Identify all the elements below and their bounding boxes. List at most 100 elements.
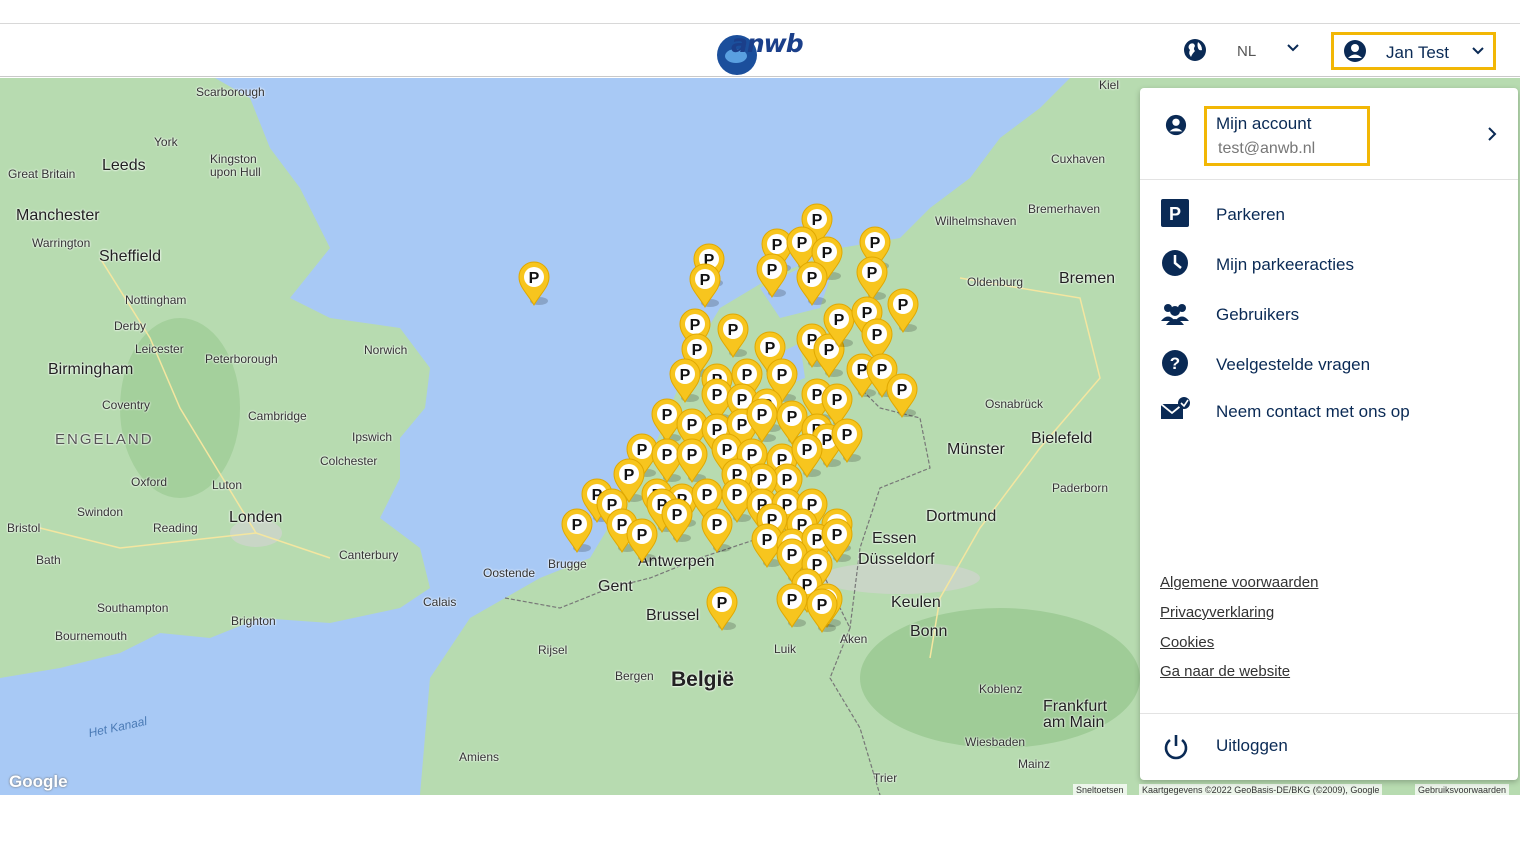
svg-text:P: P	[834, 312, 845, 329]
account-dropdown-panel: Mijn account test@anwb.nl P Parkeren Mij…	[1140, 88, 1518, 780]
terms-of-use-link[interactable]: Gebruiksvoorwaarden	[1415, 784, 1510, 795]
chevron-down-icon	[1472, 47, 1484, 55]
map-place-label: Luton	[212, 478, 243, 492]
map-place-label: Calais	[423, 595, 457, 609]
map-place-label: Dortmund	[926, 508, 997, 525]
parking-pin[interactable]: P	[885, 373, 919, 419]
parking-pin[interactable]: P	[755, 253, 789, 299]
map-place-label: Southampton	[97, 601, 169, 615]
privacy-link[interactable]: Privacyverklaring	[1160, 604, 1274, 621]
svg-text:P: P	[797, 235, 808, 252]
anwb-logo[interactable]: anwb	[715, 27, 815, 75]
my-account-item[interactable]: Mijn account test@anwb.nl	[1140, 88, 1518, 180]
map-place-label: Leeds	[102, 157, 146, 174]
parking-pin[interactable]: P	[560, 508, 594, 554]
map-place-label: Paderborn	[1052, 481, 1109, 495]
menu-item-contact[interactable]: Neem contact met ons op	[1140, 388, 1518, 432]
power-icon	[1164, 735, 1188, 760]
parking-pin[interactable]: P	[805, 588, 839, 634]
map-place-label: Düsseldorf	[858, 551, 935, 568]
svg-text:?: ?	[1170, 354, 1180, 373]
map-place-label: Brugge	[548, 557, 587, 571]
map-place-label: Nottingham	[125, 293, 187, 307]
clock-icon	[1162, 250, 1188, 276]
map-place-label: Trier	[873, 771, 898, 785]
website-link[interactable]: Ga naar de website	[1160, 663, 1290, 680]
map-place-label: Aken	[840, 632, 868, 646]
map-place-label: Brighton	[231, 614, 276, 628]
menu-label: Parkeren	[1216, 205, 1285, 224]
map-place-label: Essen	[872, 530, 917, 547]
svg-text:P: P	[687, 447, 698, 464]
svg-text:P: P	[672, 507, 683, 524]
svg-text:P: P	[822, 245, 833, 262]
map-place-label: Keulen	[891, 594, 941, 611]
cookies-link[interactable]: Cookies	[1160, 634, 1214, 651]
map-place-label: Norwich	[364, 343, 408, 357]
svg-text:P: P	[872, 327, 883, 344]
map-place-label: Bremen	[1059, 270, 1116, 287]
parking-pin[interactable]: P	[660, 498, 694, 544]
map-place-label: Bournemouth	[55, 629, 128, 643]
map-place-label: Coventry	[102, 398, 151, 412]
svg-text:P: P	[802, 442, 813, 459]
account-title: Mijn account	[1216, 114, 1312, 133]
map-place-label: Bristol	[7, 521, 41, 535]
map-data-attribution: Kaartgegevens ©2022 GeoBasis-DE/BKG (©20…	[1139, 784, 1383, 795]
divider	[1140, 713, 1518, 714]
mail-icon	[1160, 397, 1190, 419]
svg-text:P: P	[870, 235, 881, 252]
menu-item-parkeren[interactable]: P Parkeren	[1140, 191, 1518, 235]
svg-text:P: P	[722, 442, 733, 459]
map-place-label: Bergen	[615, 669, 654, 683]
parking-pin[interactable]: P	[517, 261, 551, 307]
svg-text:P: P	[717, 595, 728, 612]
parking-pin[interactable]: P	[795, 261, 829, 307]
globe-icon[interactable]	[1183, 38, 1207, 62]
menu-label: Mijn parkeeracties	[1216, 255, 1354, 274]
app-header: anwb NL Jan Test	[0, 25, 1520, 77]
map-place-label: York	[154, 135, 178, 149]
map-place-label: Oldenburg	[967, 275, 1024, 289]
menu-item-parkeeracties[interactable]: Mijn parkeeracties	[1140, 241, 1518, 285]
language-code[interactable]: NL	[1237, 43, 1256, 60]
map-place-label: Amiens	[459, 750, 500, 764]
svg-text:P: P	[662, 407, 673, 424]
user-icon	[1165, 114, 1187, 136]
svg-text:P: P	[757, 407, 768, 424]
map-place-label: Koblenz	[979, 682, 1023, 696]
parking-pin[interactable]: P	[716, 313, 750, 359]
menu-item-gebruikers[interactable]: Gebruikers	[1140, 291, 1518, 335]
parking-pin[interactable]: P	[830, 418, 864, 464]
logout-label: Uitloggen	[1216, 736, 1288, 755]
svg-text:P: P	[692, 342, 703, 359]
users-icon	[1161, 304, 1189, 325]
map-place-label: Sheffield	[99, 248, 161, 265]
terms-link[interactable]: Algemene voorwaarden	[1160, 574, 1318, 591]
parking-icon: P	[1161, 199, 1189, 227]
map-place-label: Reading	[153, 521, 198, 535]
map-place-label: Rijsel	[538, 643, 568, 657]
question-icon: ?	[1162, 350, 1188, 376]
parking-pin[interactable]: P	[688, 263, 722, 309]
map-place-label: Great Britain	[8, 167, 76, 181]
map-place-label: Münster	[947, 441, 1005, 458]
svg-text:P: P	[787, 547, 798, 564]
map-place-label: Cambridge	[248, 409, 307, 423]
logout-button[interactable]: Uitloggen	[1140, 724, 1518, 768]
parking-pin[interactable]: P	[700, 508, 734, 554]
menu-label: Neem contact met ons op	[1216, 402, 1410, 421]
menu-label: Gebruikers	[1216, 305, 1300, 324]
svg-text:P: P	[787, 409, 798, 426]
parking-pin[interactable]: P	[775, 583, 809, 629]
user-menu-button[interactable]: Jan Test	[1331, 32, 1496, 70]
parking-pin[interactable]: P	[705, 586, 739, 632]
menu-item-faq[interactable]: ? Veelgestelde vragen	[1140, 341, 1518, 385]
keyboard-shortcuts-link[interactable]: Sneltoetsen	[1073, 784, 1127, 795]
user-name: Jan Test	[1386, 43, 1450, 62]
map-place-label: Bath	[36, 553, 61, 567]
map-place-label: Derby	[114, 319, 147, 333]
map-place-label: Frankfurt am Main	[1043, 698, 1108, 731]
svg-text:P: P	[687, 417, 698, 434]
chevron-down-icon[interactable]	[1285, 39, 1301, 55]
